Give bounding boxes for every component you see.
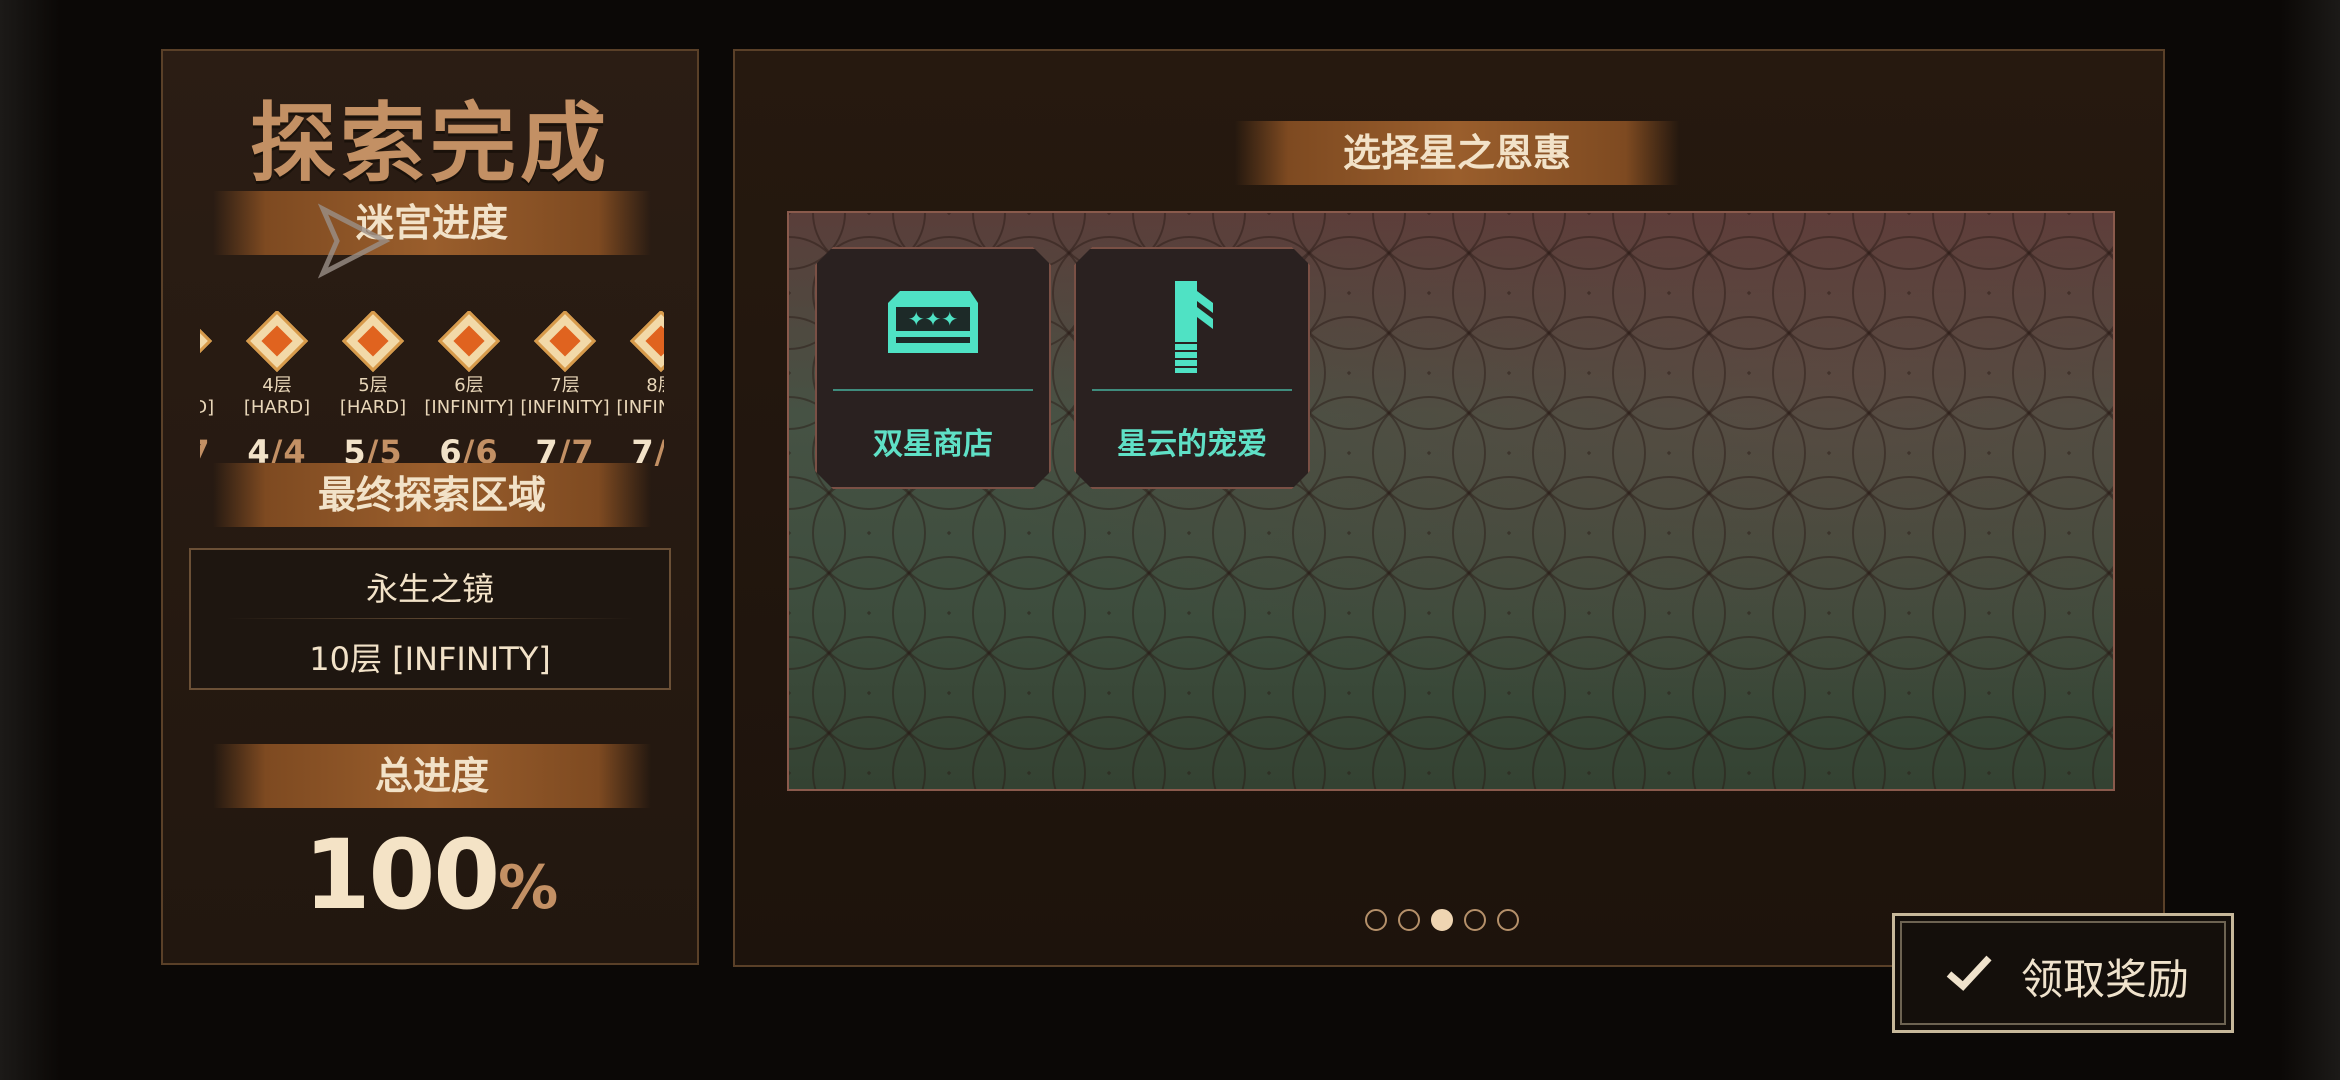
floor-mode: [HARD] <box>200 397 215 418</box>
card-divider <box>833 389 1033 391</box>
floor-name: 5层 <box>358 375 388 396</box>
floor-label: 4层 [HARD] <box>229 375 325 419</box>
floor-mode: [HARD] <box>339 397 407 418</box>
blessing-selection-panel: 选择星之恩惠 ✦✦✦ 双星商店 星云的宠爱 <box>733 49 2165 967</box>
floor-item: 7层 [INFINITY] 7/7 <box>517 311 613 471</box>
floor-diamond-icon <box>341 311 405 373</box>
play-icon[interactable] <box>303 191 403 291</box>
floor-item: 4层 [HARD] 4/4 <box>229 311 325 471</box>
floor-name: 6层 <box>454 375 484 396</box>
page-dot[interactable] <box>1464 909 1486 931</box>
page-dot[interactable] <box>1497 909 1519 931</box>
total-progress-number: 100 <box>303 819 500 931</box>
floor-mode: [HARD] <box>243 397 311 418</box>
total-progress-unit: % <box>498 853 558 923</box>
card-label: 星云的宠爱 <box>1117 427 1267 462</box>
floor-item: 6层 [INFINITY] 6/6 <box>421 311 517 471</box>
final-region-name: 永生之镜 <box>365 570 494 608</box>
total-progress-banner: 总进度 <box>213 744 651 808</box>
floor-name: 8层 <box>646 375 664 396</box>
blessing-card-twin-star-shop[interactable]: ✦✦✦ 双星商店 <box>815 247 1051 489</box>
frame-edge-right <box>2280 0 2340 1080</box>
floor-diamond-icon <box>533 311 597 373</box>
claim-reward-label: 领取奖励 <box>2021 955 2190 1004</box>
floor-name: 4层 <box>262 375 292 396</box>
floor-label: 8层[INFINITY] <box>613 375 664 419</box>
final-region-banner: 最终探索区域 <box>213 463 651 527</box>
choose-blessing-banner: 选择星之恩惠 <box>1235 121 1679 185</box>
blessing-card-nebula-favor[interactable]: 星云的宠爱 <box>1074 247 1310 489</box>
page-dot[interactable] <box>1398 909 1420 931</box>
floor-mode: [INFINITY] <box>424 397 514 418</box>
floor-diamond-icon <box>245 311 309 373</box>
final-region-floor: 10层 [INFINITY] <box>309 640 551 678</box>
ticket-shop-icon: ✦✦✦ <box>878 273 988 373</box>
upgrade-tag-icon <box>1137 273 1247 383</box>
floor-mode: [INFINITY] <box>616 397 664 418</box>
maze-progress-banner: 迷宫进度 <box>213 191 651 255</box>
divider <box>226 618 634 619</box>
card-divider <box>1092 389 1292 391</box>
page-dot[interactable] <box>1365 909 1387 931</box>
exploration-summary-panel: 探索完成 迷宫进度 3层[HARD]3/74层[HARD]4/45层[HARD]… <box>161 49 699 965</box>
floor-label: 6层 [INFINITY] <box>421 375 517 419</box>
floor-name: 3层 <box>200 375 229 397</box>
floor-diamond-icon <box>200 311 213 373</box>
page-dot[interactable] <box>1431 909 1453 931</box>
floor-diamond-icon <box>437 311 501 373</box>
floor-name: 7层 <box>550 375 580 396</box>
page-title: 探索完成 <box>250 94 610 194</box>
svg-text:✦✦✦: ✦✦✦ <box>908 307 958 331</box>
floor-mode: [INFINITY] <box>520 397 610 418</box>
reward-area: ✦✦✦ 双星商店 星云的宠爱 <box>787 211 2115 791</box>
floor-item: 5层 [HARD] 5/5 <box>325 311 421 471</box>
floor-label: 3层[HARD] <box>200 375 229 419</box>
card-label: 双星商店 <box>873 427 993 462</box>
claim-reward-button[interactable]: 领取奖励 <box>1892 913 2234 1033</box>
floor-item: 8层[INFINITY]7/7 <box>613 311 664 471</box>
floor-diamond-icon <box>629 311 664 373</box>
page-indicator[interactable] <box>1365 909 1519 931</box>
total-progress-value: 100% <box>163 819 697 931</box>
floor-progress-strip: 3层[HARD]3/74层[HARD]4/45层[HARD]5/56层[INFI… <box>200 311 664 486</box>
floor-item: 3层[HARD]3/7 <box>200 311 229 471</box>
final-region-box: 永生之镜 10层 [INFINITY] <box>189 548 671 690</box>
floor-label: 5层 [HARD] <box>325 375 421 419</box>
frame-edge-left <box>0 0 60 1080</box>
check-icon <box>1946 955 1992 991</box>
floor-label: 7层 [INFINITY] <box>517 375 613 419</box>
